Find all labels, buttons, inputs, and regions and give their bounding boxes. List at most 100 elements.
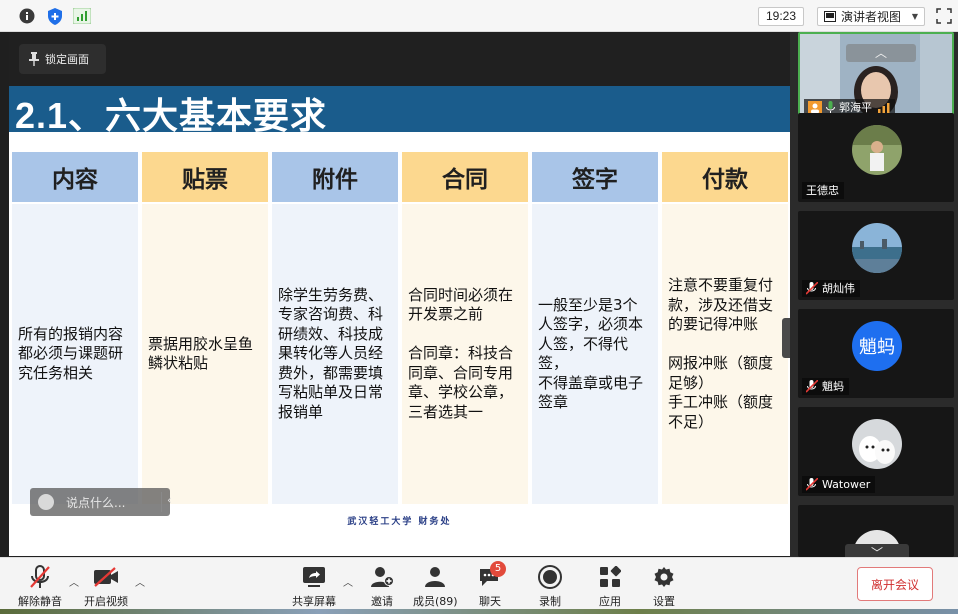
video-options-chevron-icon[interactable]: ︿ — [135, 574, 145, 589]
column-header-signature: 签字 — [532, 152, 658, 202]
microphone-muted-icon — [27, 564, 53, 590]
column-text: 所有的报销内容 都必须与课题研 究任务相关 — [18, 324, 124, 382]
apps-label: 应用 — [599, 595, 621, 608]
microphone-muted-icon — [806, 282, 818, 295]
share-options-chevron-icon[interactable]: ︿ — [343, 574, 353, 589]
participant-name-tag: 王德忠 — [802, 182, 844, 199]
participant-name-tag: Watower — [802, 476, 876, 493]
slide-title: 2.1、六大基本要求 — [15, 95, 328, 136]
column-body-stamp: 票据用胶水呈鱼 鳞状粘贴 — [142, 204, 268, 504]
leave-meeting-button[interactable]: 离开会议 — [857, 567, 933, 601]
participant-avatar — [852, 223, 902, 273]
column-text: 合同时间必须在 开发票之前 合同章：科技合 同章、合同专用 章、学校公章， 三者… — [408, 285, 514, 421]
column-body-content: 所有的报销内容 都必须与课题研 究任务相关 — [12, 204, 138, 504]
participant-name: Watower — [822, 478, 871, 491]
members-label: 成员(89) — [413, 595, 458, 608]
participant-tile[interactable]: 胡灿伟 — [798, 211, 954, 300]
column-text: 除学生劳务费、 专家咨询费、科 研绩效、科技成 果转化等人员经 费外，都需要填 … — [278, 285, 384, 421]
participant-name-tag: 魈蚂 — [802, 378, 849, 395]
slide-title-bar: 2.1、六大基本要求 — [9, 86, 790, 136]
apps-button[interactable]: 应用 — [597, 564, 623, 609]
unread-badge: 5 — [490, 561, 506, 577]
column-body-signature: 一般至少是3个 人签字，必须本 人签，不得代签， 不得盖章或电子 签章 — [532, 204, 658, 504]
share-screen-button[interactable]: 共享屏幕 — [292, 564, 336, 609]
invite-user-icon — [369, 564, 395, 590]
start-video-button[interactable]: 开启视频 — [84, 564, 128, 609]
members-button[interactable]: 成员(89) — [413, 564, 458, 609]
participant-tile[interactable]: 魈蚂 魈蚂 — [798, 309, 954, 398]
invite-label: 邀请 — [371, 595, 393, 608]
column-header-stamp: 贴票 — [142, 152, 268, 202]
microphone-muted-icon — [806, 478, 818, 491]
chevron-up-icon[interactable]: ︿ — [846, 44, 916, 62]
info-icon[interactable] — [18, 7, 36, 25]
column-header-contract: 合同 — [402, 152, 528, 202]
record-label: 录制 — [539, 595, 561, 608]
emoji-icon[interactable] — [38, 494, 54, 510]
speaker-view-icon — [824, 11, 836, 22]
column-header-content: 内容 — [12, 152, 138, 202]
apps-grid-icon — [597, 564, 623, 590]
participant-tile-partial: ﹀ — [798, 505, 954, 557]
microphone-muted-icon — [806, 380, 818, 393]
lock-view-label: 锁定画面 — [45, 53, 89, 66]
participant-name: 魈蚂 — [822, 380, 844, 393]
members-icon — [422, 564, 448, 590]
participant-name: 胡灿伟 — [822, 282, 855, 295]
chevron-down-icon[interactable]: ﹀ — [845, 544, 909, 557]
chevron-down-icon: ▼ — [911, 12, 918, 21]
record-button[interactable]: 录制 — [537, 564, 563, 609]
invite-button[interactable]: 邀请 — [369, 564, 395, 609]
shared-screen: 锁定画面 2.1、六大基本要求 内容 贴票 附件 合同 签字 付款 所有的报销内… — [9, 32, 799, 557]
participant-avatar — [852, 419, 902, 469]
fullscreen-icon[interactable] — [936, 8, 952, 24]
settings-label: 设置 — [653, 595, 675, 608]
camera-off-icon — [93, 564, 119, 590]
collapse-chat-icon[interactable]: ‹ — [167, 493, 172, 507]
meeting-window: 19:23 演讲者视图 ▼ 锁定画面 2.1、六大基本要求 内容 贴票 附件 合… — [0, 0, 958, 614]
column-text: 票据用胶水呈鱼 鳞状粘贴 — [148, 334, 254, 373]
quick-chat-input[interactable]: 说点什么... ‹ — [30, 488, 172, 516]
column-body-payment: 注意不要重复付 款，涉及还借支 的要记得冲账 网报冲账（额度 足够） 手工冲账（… — [662, 204, 788, 504]
column-text: 注意不要重复付 款，涉及还借支 的要记得冲账 网报冲账（额度 足够） 手工冲账（… — [668, 276, 774, 431]
column-text: 一般至少是3个 人签字，必须本 人签，不得代签， 不得盖章或电子 签章 — [538, 295, 644, 412]
column-body-attachment: 除学生劳务费、 专家咨询费、科 研绩效、科技成 果转化等人员经 费外，都需要填 … — [272, 204, 398, 504]
pin-icon — [29, 52, 39, 66]
lock-view-button[interactable]: 锁定画面 — [19, 44, 106, 74]
participant-avatar — [852, 125, 902, 175]
top-bar: 19:23 演讲者视图 ▼ — [0, 0, 958, 32]
share-screen-label: 共享屏幕 — [292, 595, 336, 608]
scroll-down-control[interactable]: ﹀ — [798, 520, 954, 557]
network-signal-icon[interactable] — [73, 7, 91, 25]
participant-tile[interactable]: ︿ 郭海平 — [798, 32, 954, 121]
view-mode-label: 演讲者视图 — [841, 10, 902, 24]
column-header-payment: 付款 — [662, 152, 788, 202]
desktop-background-strip — [0, 609, 958, 614]
audio-options-chevron-icon[interactable]: ︿ — [69, 574, 79, 589]
meeting-clock: 19:23 — [758, 7, 804, 26]
participant-panel: ︿ 郭海平 王德忠 胡灿伟 魈蚂 魈蚂 Watower ﹀ — [790, 32, 958, 557]
participant-name: 王德忠 — [806, 184, 839, 197]
presentation-slide: 2.1、六大基本要求 内容 贴票 附件 合同 签字 付款 所有的报销内容 都必须… — [9, 86, 790, 556]
participant-name-tag: 胡灿伟 — [802, 280, 860, 297]
unmute-label: 解除静音 — [18, 595, 62, 608]
participant-tile[interactable]: 王德忠 — [798, 113, 954, 202]
chat-button[interactable]: 5 聊天 — [477, 561, 506, 609]
record-icon — [537, 564, 563, 590]
settings-button[interactable]: 设置 — [651, 564, 677, 609]
chat-placeholder: 说点什么... — [66, 495, 126, 510]
signal-strength-icon — [878, 102, 890, 113]
participant-tile[interactable]: Watower — [798, 407, 954, 496]
meeting-toolbar: 解除静音 ︿ 开启视频 ︿ 共享屏幕 ︿ 邀请 成员(89) 5 聊天 录制 应… — [0, 557, 958, 614]
unmute-button[interactable]: 解除静音 — [18, 564, 62, 609]
chat-label: 聊天 — [479, 595, 501, 608]
divider — [161, 492, 162, 512]
share-screen-icon — [301, 564, 327, 590]
chat-icon: 5 — [477, 561, 506, 590]
participant-avatar: 魈蚂 — [852, 321, 902, 371]
gear-icon — [651, 564, 677, 590]
start-video-label: 开启视频 — [84, 595, 128, 608]
security-shield-icon[interactable] — [46, 7, 64, 25]
view-mode-dropdown[interactable]: 演讲者视图 ▼ — [817, 7, 925, 26]
column-header-attachment: 附件 — [272, 152, 398, 202]
